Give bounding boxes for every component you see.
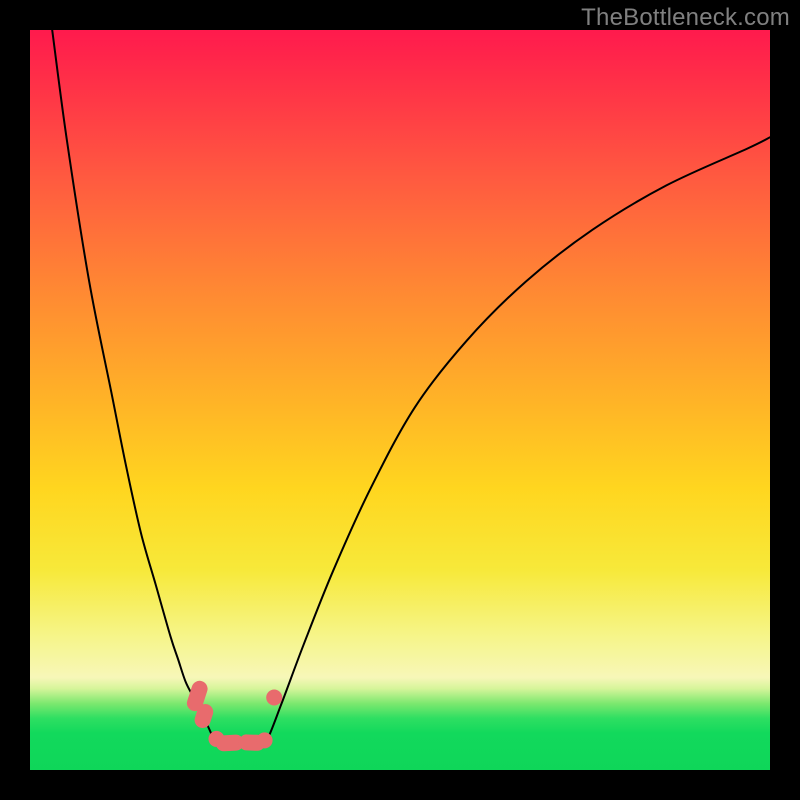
bottleneck-curve xyxy=(52,30,770,744)
marker-layer xyxy=(185,679,282,752)
plot-area xyxy=(30,30,770,770)
chart-frame: TheBottleneck.com xyxy=(0,0,800,800)
curve-layer xyxy=(30,30,770,770)
data-marker xyxy=(257,732,273,748)
data-marker xyxy=(266,689,282,705)
watermark-text: TheBottleneck.com xyxy=(581,4,790,32)
